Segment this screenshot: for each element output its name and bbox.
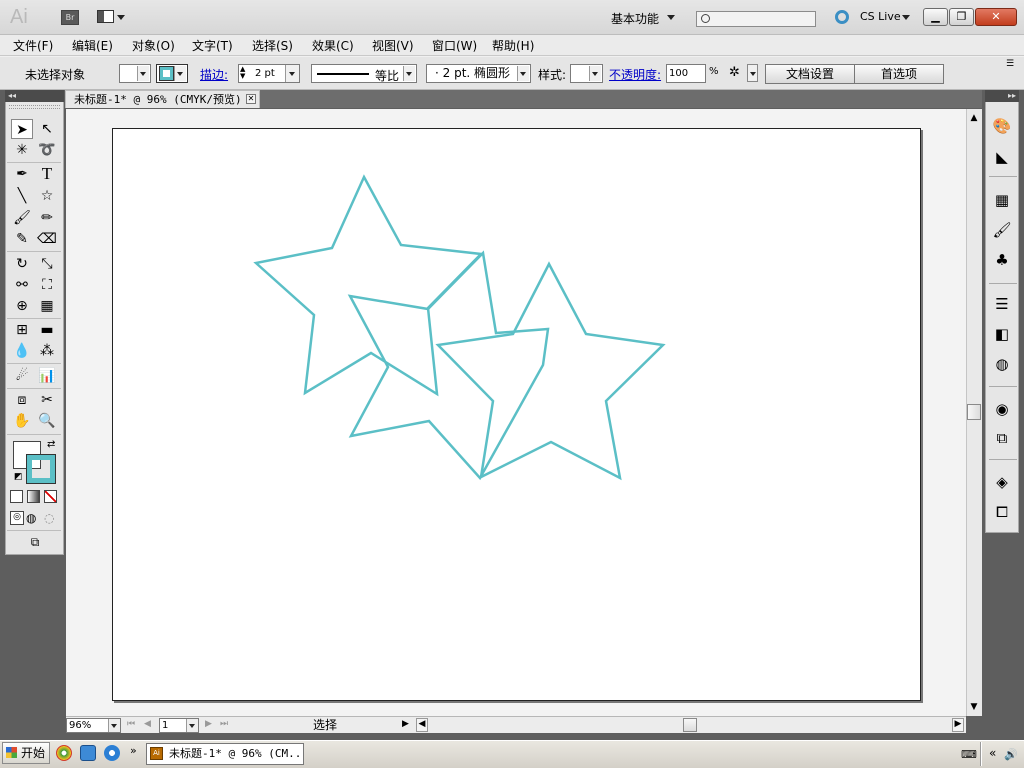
eyedropper-tool-icon[interactable]: 💧 (11, 341, 33, 361)
artwork-layer[interactable] (0, 0, 1024, 768)
status-menu-arrow-icon[interactable]: ▶ (402, 719, 409, 729)
hand-tool-icon[interactable]: ✋ (11, 411, 33, 431)
scroll-right-icon[interactable]: ▶ (952, 718, 964, 732)
star-tool-icon[interactable]: ☆ (36, 186, 58, 206)
pencil-tool-icon[interactable]: ✏ (36, 208, 58, 228)
quicklaunch-more-icon[interactable]: » (130, 744, 137, 757)
panel-grip[interactable] (9, 105, 60, 109)
paintbrush-tool-icon[interactable]: 🖌 (11, 208, 33, 228)
color-panel-icon[interactable]: 🎨 (991, 117, 1013, 137)
draw-behind-icon[interactable]: ◍ (26, 511, 36, 525)
symbol-sprayer-tool-icon[interactable]: ☄ (11, 366, 33, 386)
previous-artboard-icon[interactable]: ◀ (144, 719, 151, 729)
next-artboard-icon[interactable]: ▶ (205, 719, 212, 729)
quicklaunch-app-icon[interactable] (80, 745, 96, 761)
graphic-styles-panel-icon[interactable]: ⧉ (991, 429, 1013, 449)
gradient-panel-icon[interactable]: ◧ (991, 325, 1013, 345)
scroll-left-icon[interactable]: ◀ (416, 718, 428, 732)
internet-explorer-icon[interactable] (104, 745, 120, 761)
type-tool-icon[interactable]: T (36, 164, 58, 184)
keyboard-tray-icon[interactable]: ⌨ (961, 748, 977, 761)
tray-expand-icon[interactable]: « (989, 746, 996, 760)
transparency-panel-icon[interactable]: ◍ (991, 355, 1013, 375)
shape-builder-tool-icon[interactable]: ⊕ (11, 296, 33, 316)
perspective-grid-tool-icon[interactable]: ▦ (36, 296, 58, 316)
rotate-tool-icon[interactable]: ↻ (11, 254, 33, 274)
windows-logo-icon (6, 747, 17, 758)
last-artboard-icon[interactable]: ⏭ (220, 719, 228, 729)
scroll-up-icon[interactable]: ▲ (967, 111, 981, 125)
status-bar (66, 716, 966, 733)
artboard-dropdown[interactable] (186, 719, 198, 732)
symbols-panel-icon[interactable]: ♣ (991, 251, 1013, 271)
star-1[interactable] (253, 174, 484, 397)
status-menu[interactable]: 选择 (236, 718, 414, 733)
selection-tool-icon[interactable]: ➤ (11, 119, 33, 139)
chrome-icon[interactable] (56, 745, 72, 761)
layers-panel-icon[interactable]: ◈ (991, 473, 1013, 493)
pen-tool-icon[interactable]: ✒ (11, 164, 33, 184)
gradient-tool-icon[interactable]: ▬ (36, 320, 58, 340)
swap-fill-stroke-icon[interactable]: ⇄ (47, 439, 55, 450)
horizontal-scroll-thumb[interactable] (683, 718, 697, 732)
illustrator-app-icon: Ai (150, 747, 163, 760)
artboard-tool-icon[interactable]: ⧈ (11, 390, 33, 410)
tools-panel-header[interactable]: ◂◂ (5, 90, 64, 102)
swatches-panel-icon[interactable]: ▦ (991, 191, 1013, 211)
zoom-tool-icon[interactable]: 🔍 (36, 411, 58, 431)
gradient-mode-icon[interactable] (27, 490, 40, 503)
appearance-panel-icon[interactable]: ◉ (991, 400, 1013, 420)
eraser-tool-icon[interactable]: ⌫ (36, 229, 58, 249)
artboards-panel-icon[interactable]: ⧠ (991, 503, 1013, 523)
screen-mode-icon[interactable]: ⧉ (24, 535, 46, 549)
star-3[interactable] (435, 261, 666, 481)
magic-wand-tool-icon[interactable]: ✳ (11, 140, 33, 160)
default-colors-icon[interactable]: ◩ (14, 472, 23, 482)
width-tool-icon[interactable]: ⚯ (11, 275, 33, 295)
first-artboard-icon[interactable]: ⏮ (127, 719, 135, 729)
stroke-panel-icon[interactable]: ☰ (991, 295, 1013, 315)
zoom-dropdown[interactable] (108, 719, 120, 732)
stroke-swatch-large[interactable] (26, 454, 56, 484)
blend-tool-icon[interactable]: ⁂ (36, 341, 58, 361)
slice-tool-icon[interactable]: ✂ (36, 390, 58, 410)
draw-normal-icon[interactable]: ◎ (10, 511, 24, 525)
blob-brush-tool-icon[interactable]: ✎ (11, 229, 33, 249)
vertical-scroll-thumb[interactable] (967, 404, 981, 420)
scale-tool-icon[interactable]: ⤡ (36, 254, 58, 274)
direct-selection-tool-icon[interactable]: ↖ (36, 119, 58, 139)
brushes-panel-icon[interactable]: 🖌 (991, 221, 1013, 241)
color-guide-icon[interactable]: ◣ (991, 148, 1013, 168)
free-transform-tool-icon[interactable]: ⛶ (36, 275, 58, 295)
panel-dock-header[interactable]: ▸▸ (985, 90, 1019, 102)
draw-inside-icon[interactable]: ◌ (44, 511, 54, 525)
volume-tray-icon[interactable]: 🔊 (1004, 748, 1018, 761)
color-mode-icon[interactable] (10, 490, 23, 503)
chevron-down-icon (189, 724, 195, 728)
star-2[interactable] (347, 250, 550, 481)
scroll-down-icon[interactable]: ▼ (967, 700, 981, 714)
lasso-tool-icon[interactable]: ➰ (36, 140, 58, 160)
line-tool-icon[interactable]: ╲ (11, 186, 33, 206)
taskbar-illustrator-window[interactable]: 未标题-1* @ 96% (CM... (146, 743, 304, 765)
column-graph-tool-icon[interactable]: 📊 (36, 366, 58, 386)
none-mode-icon[interactable] (44, 490, 57, 503)
chevron-down-icon (111, 724, 117, 728)
mesh-tool-icon[interactable]: ⊞ (11, 320, 33, 340)
